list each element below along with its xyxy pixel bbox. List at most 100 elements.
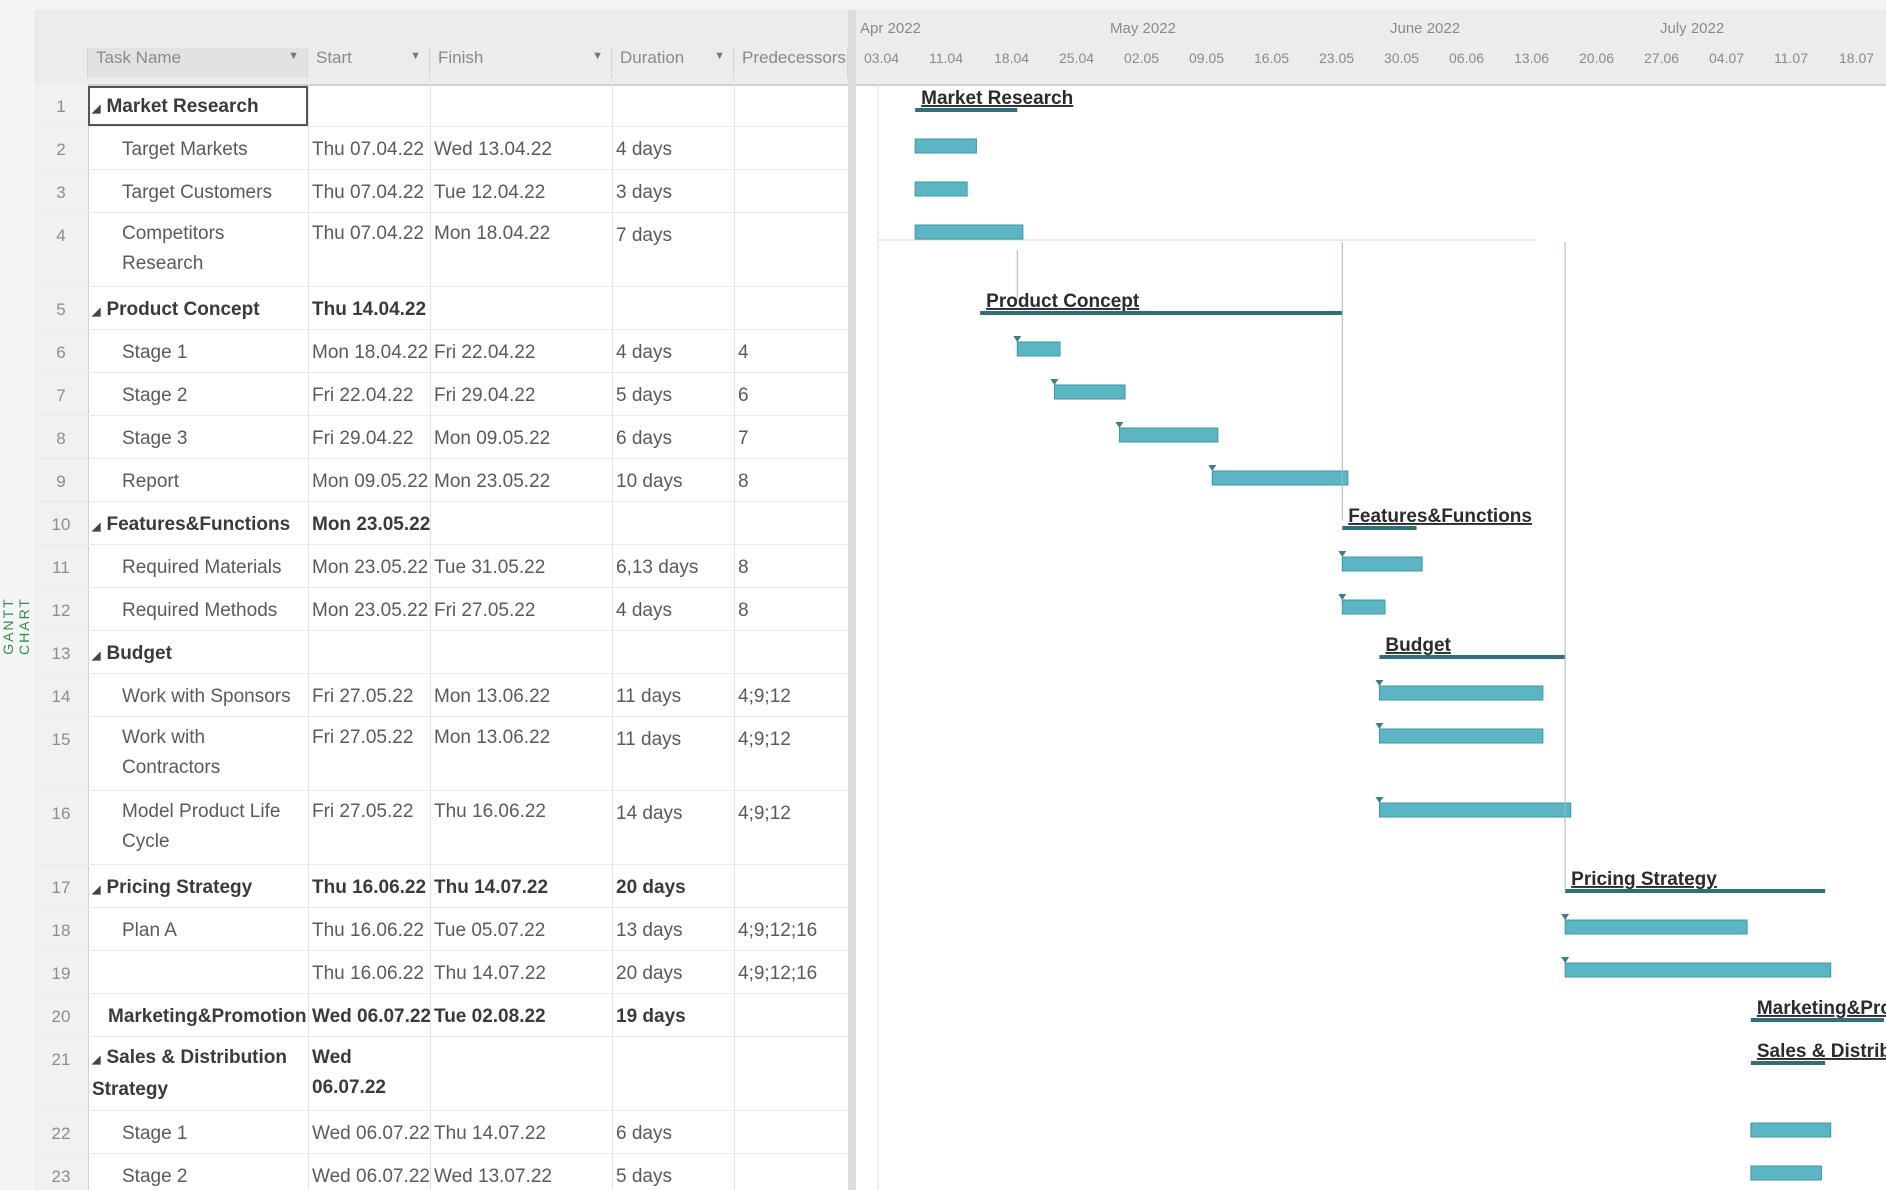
task-bar[interactable]	[1118, 427, 1219, 443]
task-name-cell[interactable]: ◢ Product Concept	[88, 287, 308, 330]
duration-cell[interactable]: 6 days	[612, 1111, 734, 1154]
task-bar[interactable]	[1341, 599, 1386, 615]
start-date-cell[interactable]: Wed 06.07.22	[308, 1037, 430, 1111]
duration-cell[interactable]: 11 days	[612, 717, 734, 791]
start-date-cell[interactable]: Thu 14.04.22	[308, 287, 430, 330]
task-bar[interactable]	[1564, 919, 1748, 935]
duration-cell[interactable]	[612, 502, 734, 545]
finish-date-cell[interactable]: Fri 29.04.22	[430, 373, 612, 416]
start-date-cell[interactable]: Fri 27.05.22	[308, 674, 430, 717]
duration-cell[interactable]: 20 days	[612, 865, 734, 908]
table-row[interactable]: 7 Stage 2 Fri 22.04.22 Fri 29.04.22 5 days 6	[34, 373, 848, 416]
table-row[interactable]: 1 ◢ Market Research	[34, 84, 848, 127]
finish-date-cell[interactable]: Thu 14.07.22	[430, 1111, 612, 1154]
task-name-cell[interactable]: ◢ Sales & Distribution Strategy	[88, 1037, 308, 1111]
collapse-triangle-icon[interactable]: ◢	[92, 306, 100, 318]
table-row[interactable]: 19 Thu 16.06.22 Thu 14.07.22 20 days 4;9;12;…	[34, 951, 848, 994]
table-row[interactable]: 20 Marketing&Promotion Wed 06.07.22 Tue 02.…	[34, 994, 848, 1037]
predecessors-cell[interactable]	[734, 84, 848, 127]
table-row[interactable]: 8 Stage 3 Fri 29.04.22 Mon 09.05.22 6 days 7	[34, 416, 848, 459]
table-row[interactable]: 4 Competitors Research Thu 07.04.22 Mon 18.…	[34, 213, 848, 287]
predecessors-cell[interactable]: 4;9;12;16	[734, 908, 848, 951]
finish-date-cell[interactable]	[430, 502, 612, 545]
duration-cell[interactable]: 3 days	[612, 170, 734, 213]
table-row[interactable]: 13 ◢ Budget	[34, 631, 848, 674]
finish-date-cell[interactable]	[430, 287, 612, 330]
start-date-cell[interactable]	[308, 84, 430, 127]
predecessors-cell[interactable]	[734, 1037, 848, 1111]
table-row[interactable]: 14 Work with Sponsors Fri 27.05.22 Mon 13.0…	[34, 674, 848, 717]
task-name-cell[interactable]: ◢ Pricing Strategy	[88, 865, 308, 908]
start-date-cell[interactable]: Thu 16.06.22	[308, 908, 430, 951]
table-row[interactable]: 18 Plan A Thu 16.06.22 Tue 05.07.22 13 days 4…	[34, 908, 848, 951]
duration-cell[interactable]: 4 days	[612, 127, 734, 170]
table-row[interactable]: 9 Report Mon 09.05.22 Mon 23.05.22 10 days 8	[34, 459, 848, 502]
duration-cell[interactable]: 5 days	[612, 1154, 734, 1190]
start-date-cell[interactable]: Wed 06.07.22	[308, 994, 430, 1037]
duration-cell[interactable]: 4 days	[612, 330, 734, 373]
finish-date-cell[interactable]: Fri 27.05.22	[430, 588, 612, 631]
start-date-cell[interactable]: Fri 27.05.22	[308, 791, 430, 865]
start-date-cell[interactable]: Mon 23.05.22	[308, 545, 430, 588]
predecessors-cell[interactable]	[734, 127, 848, 170]
predecessors-cell[interactable]	[734, 994, 848, 1037]
duration-cell[interactable]: 11 days	[612, 674, 734, 717]
finish-date-cell[interactable]: Mon 09.05.22	[430, 416, 612, 459]
task-name-cell[interactable]: Plan A	[88, 908, 308, 951]
finish-date-cell[interactable]	[430, 84, 612, 127]
dropdown-arrow-icon[interactable]: ▼	[410, 50, 421, 62]
task-name-cell[interactable]: Stage 1	[88, 330, 308, 373]
duration-cell[interactable]: 14 days	[612, 791, 734, 865]
finish-date-cell[interactable]: Thu 14.07.22	[430, 951, 612, 994]
start-date-cell[interactable]: Fri 27.05.22	[308, 717, 430, 791]
finish-date-cell[interactable]: Tue 31.05.22	[430, 545, 612, 588]
task-name-cell[interactable]	[88, 951, 308, 994]
duration-cell[interactable]: 6,13 days	[612, 545, 734, 588]
task-bar[interactable]	[1378, 802, 1572, 818]
task-name-cell[interactable]: Target Markets	[88, 127, 308, 170]
predecessors-cell[interactable]	[734, 1154, 848, 1190]
task-name-cell[interactable]: Stage 1	[88, 1111, 308, 1154]
start-date-cell[interactable]: Thu 07.04.22	[308, 127, 430, 170]
task-name-cell[interactable]: Work with Contractors	[88, 717, 308, 791]
table-row[interactable]: 6 Stage 1 Mon 18.04.22 Fri 22.04.22 4 days 4	[34, 330, 848, 373]
task-name-cell[interactable]: Target Customers	[88, 170, 308, 213]
start-date-cell[interactable]	[308, 631, 430, 674]
predecessors-cell[interactable]	[734, 170, 848, 213]
task-bar[interactable]	[1564, 962, 1832, 978]
start-date-cell[interactable]: Wed 06.07.22	[308, 1154, 430, 1190]
predecessors-cell[interactable]	[734, 1111, 848, 1154]
table-row[interactable]: 23 Stage 2 Wed 06.07.22 Wed 13.07.22 5 days	[34, 1154, 848, 1190]
duration-cell[interactable]: 4 days	[612, 588, 734, 631]
start-date-cell[interactable]: Thu 07.04.22	[308, 170, 430, 213]
finish-date-cell[interactable]: Thu 16.06.22	[430, 791, 612, 865]
task-bar[interactable]	[914, 224, 1024, 240]
table-row[interactable]: 17 ◢ Pricing Strategy Thu 16.06.22 Thu 14.07…	[34, 865, 848, 908]
predecessors-cell[interactable]: 8	[734, 545, 848, 588]
finish-date-cell[interactable]: Thu 14.07.22	[430, 865, 612, 908]
column-header-task-name[interactable]: Task Name ▼	[88, 48, 308, 78]
task-grid[interactable]: Task Name ▼ Start ▼ Finish ▼ Duration ▼ …	[34, 10, 848, 1190]
column-header-start[interactable]: Start ▼	[308, 48, 430, 78]
duration-cell[interactable]: 13 days	[612, 908, 734, 951]
column-header-predecessors[interactable]: Predecessors	[734, 48, 848, 78]
table-row[interactable]: 5 ◢ Product Concept Thu 14.04.22	[34, 287, 848, 330]
predecessors-cell[interactable]	[734, 502, 848, 545]
table-row[interactable]: 15 Work with Contractors Fri 27.05.22 Mon 1…	[34, 717, 848, 791]
duration-cell[interactable]: 20 days	[612, 951, 734, 994]
table-row[interactable]: 11 Required Materials Mon 23.05.22 Tue 31.0…	[34, 545, 848, 588]
task-bar[interactable]	[1053, 384, 1126, 400]
column-header-finish[interactable]: Finish ▼	[430, 48, 612, 78]
predecessors-cell[interactable]	[734, 631, 848, 674]
finish-date-cell[interactable]: Mon 13.06.22	[430, 717, 612, 791]
column-header-duration[interactable]: Duration ▼	[612, 48, 734, 78]
duration-cell[interactable]: 7 days	[612, 213, 734, 287]
table-row[interactable]: 12 Required Methods Mon 23.05.22 Fri 27.05.…	[34, 588, 848, 631]
start-date-cell[interactable]: Fri 29.04.22	[308, 416, 430, 459]
predecessors-cell[interactable]: 4	[734, 330, 848, 373]
task-name-cell[interactable]: Work with Sponsors	[88, 674, 308, 717]
finish-date-cell[interactable]: Wed 13.04.22	[430, 127, 612, 170]
predecessors-cell[interactable]: 8	[734, 588, 848, 631]
gantt-chart-pane[interactable]: Apr 2022 May 2022 June 2022 July 2022 03.04…	[856, 10, 1886, 1190]
start-date-cell[interactable]: Mon 23.05.22	[308, 502, 430, 545]
